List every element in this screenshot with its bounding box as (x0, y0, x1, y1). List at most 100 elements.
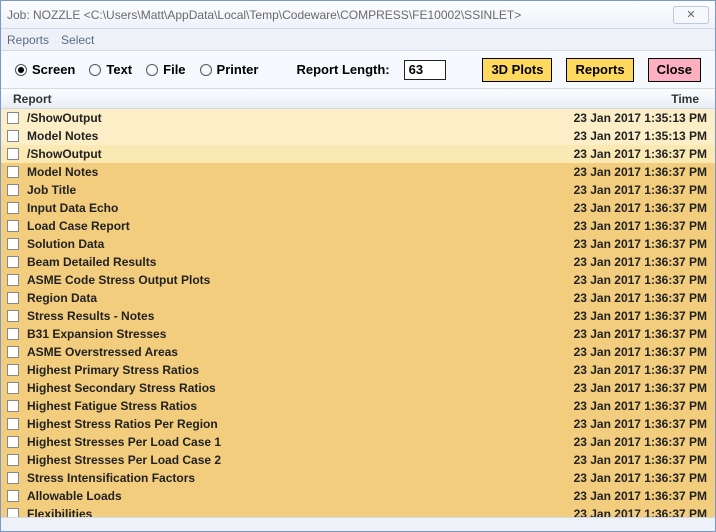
table-row[interactable]: /ShowOutput23 Jan 2017 1:36:37 PM (1, 145, 715, 163)
table-row[interactable]: Model Notes23 Jan 2017 1:35:13 PM (1, 127, 715, 145)
row-report-name: /ShowOutput (27, 111, 539, 125)
table-row[interactable]: Highest Secondary Stress Ratios23 Jan 20… (1, 379, 715, 397)
row-checkbox[interactable] (7, 274, 19, 286)
close-button[interactable]: Close (648, 58, 701, 82)
report-list[interactable]: /ShowOutput23 Jan 2017 1:35:13 PMModel N… (1, 109, 715, 517)
row-report-name: Region Data (27, 291, 539, 305)
table-row[interactable]: B31 Expansion Stresses23 Jan 2017 1:36:3… (1, 325, 715, 343)
row-time: 23 Jan 2017 1:36:37 PM (539, 165, 709, 179)
table-row[interactable]: Input Data Echo23 Jan 2017 1:36:37 PM (1, 199, 715, 217)
menu-select[interactable]: Select (61, 33, 94, 47)
row-checkbox[interactable] (7, 436, 19, 448)
row-report-name: Stress Intensification Factors (27, 471, 539, 485)
row-report-name: Highest Stress Ratios Per Region (27, 417, 539, 431)
row-checkbox[interactable] (7, 310, 19, 322)
row-time: 23 Jan 2017 1:36:37 PM (539, 345, 709, 359)
row-checkbox[interactable] (7, 418, 19, 430)
row-time: 23 Jan 2017 1:35:13 PM (539, 129, 709, 143)
radio-dot-icon (200, 64, 212, 76)
row-time: 23 Jan 2017 1:36:37 PM (539, 471, 709, 485)
row-checkbox[interactable] (7, 490, 19, 502)
radio-dot-icon (15, 64, 27, 76)
table-row[interactable]: /ShowOutput23 Jan 2017 1:35:13 PM (1, 109, 715, 127)
table-row[interactable]: Region Data23 Jan 2017 1:36:37 PM (1, 289, 715, 307)
row-checkbox[interactable] (7, 508, 19, 517)
row-checkbox[interactable] (7, 382, 19, 394)
table-row[interactable]: Highest Primary Stress Ratios23 Jan 2017… (1, 361, 715, 379)
menu-reports[interactable]: Reports (7, 33, 49, 47)
row-checkbox[interactable] (7, 472, 19, 484)
row-report-name: Stress Results - Notes (27, 309, 539, 323)
row-checkbox[interactable] (7, 148, 19, 160)
radio-dot-icon (89, 64, 101, 76)
table-row[interactable]: Highest Stresses Per Load Case 123 Jan 2… (1, 433, 715, 451)
row-time: 23 Jan 2017 1:36:37 PM (539, 453, 709, 467)
row-checkbox[interactable] (7, 256, 19, 268)
row-checkbox[interactable] (7, 292, 19, 304)
radio-screen[interactable]: Screen (15, 62, 75, 77)
table-row[interactable]: Job Title23 Jan 2017 1:36:37 PM (1, 181, 715, 199)
row-checkbox[interactable] (7, 328, 19, 340)
table-row[interactable]: ASME Overstressed Areas23 Jan 2017 1:36:… (1, 343, 715, 361)
row-checkbox[interactable] (7, 202, 19, 214)
report-length-input[interactable] (404, 60, 446, 80)
row-report-name: Flexibilities (27, 507, 539, 517)
row-report-name: ASME Code Stress Output Plots (27, 273, 539, 287)
row-time: 23 Jan 2017 1:36:37 PM (539, 363, 709, 377)
row-time: 23 Jan 2017 1:36:37 PM (539, 309, 709, 323)
table-row[interactable]: Solution Data23 Jan 2017 1:36:37 PM (1, 235, 715, 253)
close-icon: ✕ (686, 8, 695, 21)
row-report-name: B31 Expansion Stresses (27, 327, 539, 341)
table-row[interactable]: Highest Fatigue Stress Ratios23 Jan 2017… (1, 397, 715, 415)
row-time: 23 Jan 2017 1:36:37 PM (539, 147, 709, 161)
table-row[interactable]: Beam Detailed Results23 Jan 2017 1:36:37… (1, 253, 715, 271)
row-time: 23 Jan 2017 1:36:37 PM (539, 183, 709, 197)
row-checkbox[interactable] (7, 364, 19, 376)
row-report-name: Highest Primary Stress Ratios (27, 363, 539, 377)
row-time: 23 Jan 2017 1:35:13 PM (539, 111, 709, 125)
radio-text[interactable]: Text (89, 62, 132, 77)
radio-printer[interactable]: Printer (200, 62, 259, 77)
table-row[interactable]: Highest Stress Ratios Per Region23 Jan 2… (1, 415, 715, 433)
window-title: Job: NOZZLE <C:\Users\Matt\AppData\Local… (7, 8, 673, 22)
row-checkbox[interactable] (7, 346, 19, 358)
header-time[interactable]: Time (559, 92, 709, 106)
row-checkbox[interactable] (7, 238, 19, 250)
row-time: 23 Jan 2017 1:36:37 PM (539, 435, 709, 449)
window-close-button[interactable]: ✕ (673, 6, 709, 24)
radio-printer-label: Printer (217, 62, 259, 77)
table-row[interactable]: Allowable Loads23 Jan 2017 1:36:37 PM (1, 487, 715, 505)
row-checkbox[interactable] (7, 220, 19, 232)
table-row[interactable]: ASME Code Stress Output Plots23 Jan 2017… (1, 271, 715, 289)
row-time: 23 Jan 2017 1:36:37 PM (539, 327, 709, 341)
row-checkbox[interactable] (7, 166, 19, 178)
titlebar: Job: NOZZLE <C:\Users\Matt\AppData\Local… (1, 1, 715, 29)
table-header: Report Time (1, 89, 715, 109)
table-row[interactable]: Load Case Report23 Jan 2017 1:36:37 PM (1, 217, 715, 235)
table-row[interactable]: Flexibilities23 Jan 2017 1:36:37 PM (1, 505, 715, 517)
row-report-name: Input Data Echo (27, 201, 539, 215)
row-report-name: Allowable Loads (27, 489, 539, 503)
row-checkbox[interactable] (7, 130, 19, 142)
row-report-name: Highest Stresses Per Load Case 1 (27, 435, 539, 449)
radio-file-label: File (163, 62, 185, 77)
table-row[interactable]: Stress Intensification Factors23 Jan 201… (1, 469, 715, 487)
row-report-name: Highest Fatigue Stress Ratios (27, 399, 539, 413)
row-checkbox[interactable] (7, 184, 19, 196)
3d-plots-button[interactable]: 3D Plots (482, 58, 552, 82)
header-report[interactable]: Report (7, 92, 559, 106)
row-checkbox[interactable] (7, 454, 19, 466)
row-time: 23 Jan 2017 1:36:37 PM (539, 381, 709, 395)
row-report-name: /ShowOutput (27, 147, 539, 161)
table-row[interactable]: Model Notes23 Jan 2017 1:36:37 PM (1, 163, 715, 181)
row-time: 23 Jan 2017 1:36:37 PM (539, 237, 709, 251)
row-checkbox[interactable] (7, 400, 19, 412)
radio-file[interactable]: File (146, 62, 185, 77)
row-time: 23 Jan 2017 1:36:37 PM (539, 507, 709, 517)
table-row[interactable]: Highest Stresses Per Load Case 223 Jan 2… (1, 451, 715, 469)
statusbar (1, 517, 715, 531)
row-checkbox[interactable] (7, 112, 19, 124)
table-row[interactable]: Stress Results - Notes23 Jan 2017 1:36:3… (1, 307, 715, 325)
row-time: 23 Jan 2017 1:36:37 PM (539, 489, 709, 503)
reports-button[interactable]: Reports (566, 58, 633, 82)
